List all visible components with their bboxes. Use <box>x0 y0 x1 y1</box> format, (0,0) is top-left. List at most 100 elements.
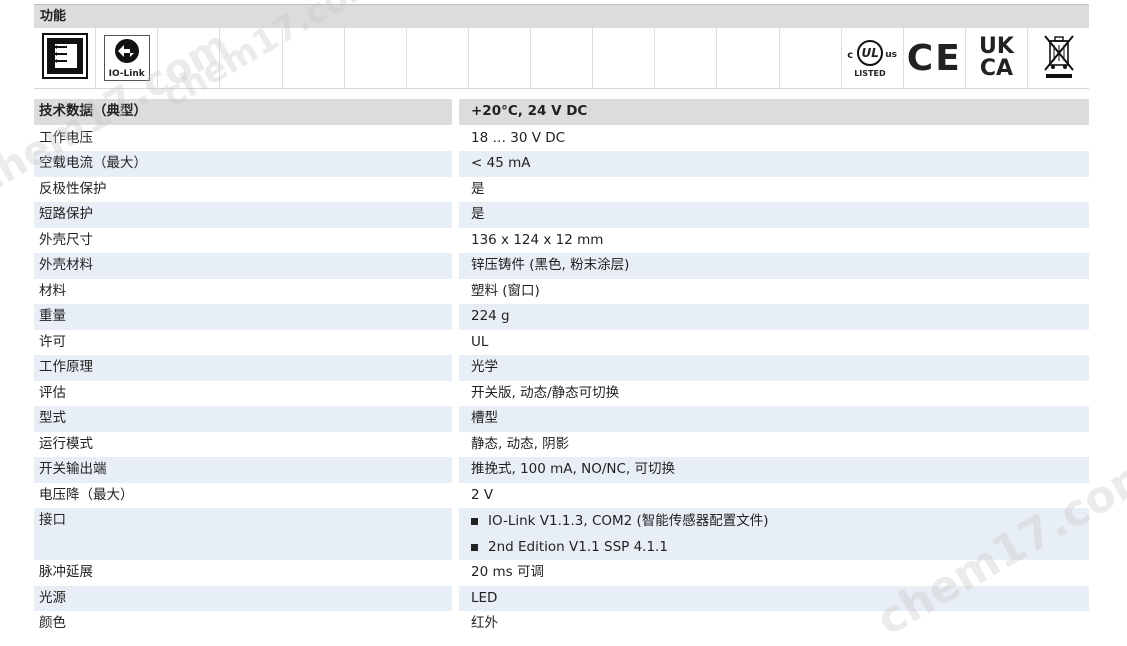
spec-row: 评估 开关版, 动态/静态可切换 <box>34 381 1089 407</box>
icon-cell: UK CA <box>966 28 1028 88</box>
spec-value: 18 … 30 V DC <box>471 129 566 146</box>
ce-mark-icon: CE <box>906 37 962 79</box>
spec-value: 静态, 动态, 阴影 <box>471 435 570 452</box>
spec-value: 推挽式, 100 mA, NO/NC, 可切换 <box>459 457 1089 483</box>
bullet-text: IO-Link V1.1.3, COM2 (智能传感器配置文件) <box>488 513 769 529</box>
spec-row: 工作原理 光学 <box>34 355 1089 381</box>
spec-key: 反极性保护 <box>39 180 107 197</box>
icon-cell-empty <box>531 28 594 88</box>
spec-key: 许可 <box>39 333 66 350</box>
spec-key: 材料 <box>39 282 66 299</box>
bullet-item: IO-Link V1.1.3, COM2 (智能传感器配置文件) <box>471 509 1089 535</box>
spec-row: 颜色 红外 <box>34 611 1089 637</box>
ukca-bottom: CA <box>979 56 1014 81</box>
bullet-square-icon <box>471 518 478 526</box>
ul-c-label: c <box>847 50 854 61</box>
spec-value: LED <box>459 585 1089 611</box>
spec-row: 重量 224 g <box>34 304 1089 330</box>
spec-value: 槽型 <box>459 406 1089 432</box>
spec-header-key: 技术数据（典型） <box>34 99 452 125</box>
spec-key: 光源 <box>34 585 452 611</box>
spec-value: 锌压铸件 (黑色, 粉末涂层) <box>459 253 1089 279</box>
spec-value: 开关版, 动态/静态可切换 <box>471 384 620 401</box>
icon-cell-empty <box>158 28 221 88</box>
spec-key: 工作电压 <box>39 129 93 146</box>
spec-value: 136 x 124 x 12 mm <box>471 231 604 248</box>
spec-key: 空载电流（最大） <box>34 151 452 177</box>
spec-key: 开关输出端 <box>34 457 452 483</box>
spec-row: 材料 塑料 (窗口) <box>34 279 1089 305</box>
icon-cell-empty <box>469 28 531 88</box>
icon-cell: CE <box>904 28 966 88</box>
spec-row: 空载电流（最大） < 45 mA <box>34 151 1089 177</box>
spec-row: 反极性保护 是 <box>34 177 1089 203</box>
spec-header-value: +20°C, 24 V DC <box>459 99 1089 125</box>
spec-key: 外壳材料 <box>34 253 452 279</box>
spec-key: 颜色 <box>39 615 66 631</box>
spec-row: 许可 UL <box>34 330 1089 356</box>
icon-cell-empty <box>345 28 407 88</box>
icon-cell-empty <box>220 28 283 88</box>
function-icon-row: IO-Link c UL us LISTED CE UK CA <box>34 28 1089 89</box>
icon-cell-empty <box>717 28 780 88</box>
spec-key: 短路保护 <box>34 202 452 228</box>
spec-value: 红外 <box>471 615 498 631</box>
spec-key: 运行模式 <box>39 435 93 452</box>
io-link-icon: IO-Link <box>103 35 150 81</box>
bullet-text: 2nd Edition V1.1 SSP 4.1.1 <box>488 538 668 555</box>
icon-cell-empty <box>655 28 718 88</box>
spec-key: 电压降（最大） <box>39 486 134 503</box>
spec-row: 工作电压 18 … 30 V DC <box>34 126 1089 152</box>
function-header: 功能 <box>34 4 1089 28</box>
spec-value: 是 <box>471 180 485 197</box>
spec-row: 外壳尺寸 136 x 124 x 12 mm <box>34 228 1089 254</box>
spec-row: 光源 LED <box>34 585 1089 611</box>
icon-cell-empty <box>407 28 469 88</box>
ukca-mark-icon: UK CA <box>979 36 1014 80</box>
ul-us-label: us <box>885 50 897 60</box>
spec-table: 技术数据（典型） +20°C, 24 V DC 工作电压 18 … 30 V DC… <box>34 99 1089 637</box>
spec-key: 评估 <box>39 384 66 401</box>
spec-value: 光学 <box>459 355 1089 381</box>
ukca-top: UK <box>978 34 1014 59</box>
spec-row: 开关输出端 推挽式, 100 mA, NO/NC, 可切换 <box>34 457 1089 483</box>
spec-key: 型式 <box>34 406 452 432</box>
spec-row: 短路保护是 <box>34 202 1089 228</box>
spec-row: 电压降（最大） 2 V <box>34 483 1089 509</box>
spec-key: 重量 <box>34 304 452 330</box>
icon-cell-empty <box>780 28 842 88</box>
spec-row: 型式 槽型 <box>34 406 1089 432</box>
spec-key: 外壳尺寸 <box>39 231 93 248</box>
spec-row-interface: 接口 IO-Link V1.1.3, COM2 (智能传感器配置文件) 2nd … <box>34 508 1089 560</box>
spec-key: 工作原理 <box>34 355 452 381</box>
spec-value: 20 ms 可调 <box>471 564 544 580</box>
ul-circle: UL <box>857 40 884 66</box>
weee-bin-icon <box>1042 33 1076 83</box>
spec-row: 运行模式 静态, 动态, 阴影 <box>34 432 1089 458</box>
icon-cell: c UL us LISTED <box>842 28 904 88</box>
spec-value: UL <box>471 333 489 350</box>
spec-value: < 45 mA <box>459 151 1089 177</box>
icon-cell: IO-Link <box>96 28 159 88</box>
spec-row: 外壳材料 锌压铸件 (黑色, 粉末涂层) <box>34 253 1089 279</box>
io-link-label: IO-Link <box>108 69 145 79</box>
spec-value: 塑料 (窗口) <box>471 282 540 299</box>
icon-cell-empty <box>593 28 656 88</box>
ul-listed-label: LISTED <box>854 69 886 78</box>
spec-key: 脉冲延展 <box>39 564 93 580</box>
spec-value: 是 <box>459 202 1089 228</box>
datasheet: 功能 IO-Link c UL us LISTED CE UK CA 技术数据（… <box>34 4 1089 631</box>
icon-cell-empty <box>283 28 345 88</box>
spec-value: 224 g <box>459 304 1089 330</box>
icon-cell <box>1028 28 1089 88</box>
spec-value: 2 V <box>471 486 494 503</box>
spec-value-list: IO-Link V1.1.3, COM2 (智能传感器配置文件) 2nd Edi… <box>459 508 1089 560</box>
icon-cell <box>34 28 97 88</box>
spec-header-row: 技术数据（典型） +20°C, 24 V DC <box>34 99 1089 125</box>
spec-row: 脉冲延展 20 ms 可调 <box>34 560 1089 586</box>
spec-key: 接口 <box>34 508 452 560</box>
sensor-function-icon <box>41 33 88 83</box>
bullet-item: 2nd Edition V1.1 SSP 4.1.1 <box>471 535 1089 561</box>
bullet-square-icon <box>471 543 478 551</box>
ul-listed-icon: c UL us LISTED <box>845 36 899 80</box>
